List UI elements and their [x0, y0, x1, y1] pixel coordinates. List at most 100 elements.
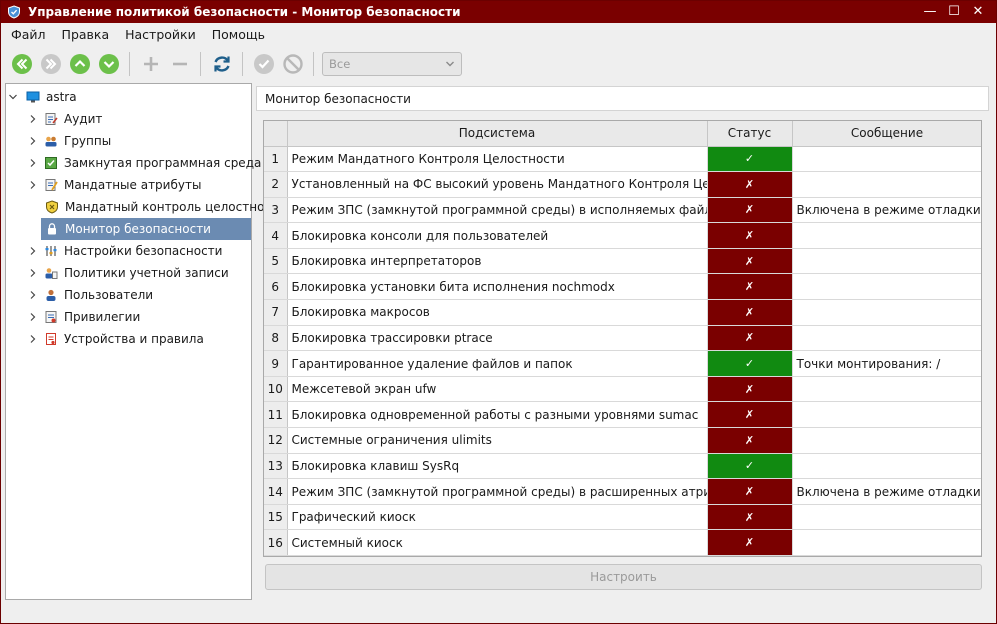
title-bar[interactable]: Управление политикой безопасности - Мони…	[1, 1, 996, 23]
subsystem-cell: Блокировка макросов	[287, 299, 708, 326]
chevron-right-icon[interactable]	[28, 246, 38, 256]
table-row[interactable]: 14 Режим ЗПС (замкнутой программной среды…	[264, 478, 981, 505]
tree-item-security-settings[interactable]: Настройки безопасности	[28, 240, 273, 262]
filter-combo[interactable]: Все	[322, 52, 462, 76]
chevron-down-icon[interactable]	[8, 92, 18, 102]
status-cell: ✗	[707, 376, 793, 403]
window-title: Управление политикой безопасности - Мони…	[28, 5, 461, 19]
column-header-status[interactable]: Статус	[707, 121, 793, 147]
integrity-icon	[46, 200, 58, 214]
minimize-icon[interactable]: —	[922, 4, 938, 20]
table-row[interactable]: 15 Графический киоск ✗	[264, 504, 981, 531]
maximize-icon[interactable]: ☐	[946, 4, 962, 20]
status-cell: ✗	[707, 325, 793, 352]
tree-item-integrity[interactable]: Мандатный контроль целостности	[43, 196, 288, 218]
subsystem-cell: Гарантированное удаление файлов и папок	[287, 350, 708, 377]
double-right-arrow-icon	[40, 54, 61, 74]
status-cell: ✗	[707, 401, 793, 429]
status-table[interactable]: Подсистема Статус Сообщение 1 Режим Манда…	[263, 120, 982, 557]
first-button[interactable]	[11, 53, 33, 75]
apply-button[interactable]	[253, 53, 275, 75]
close-icon[interactable]: ✕	[970, 4, 986, 20]
table-row[interactable]: 5 Блокировка интерпретаторов ✗	[264, 248, 981, 275]
chevron-right-icon[interactable]	[28, 312, 38, 322]
table-row[interactable]: 10 Межсетевой экран ufw ✗	[264, 376, 981, 403]
menu-bar: Файл Правка Настройки Помощь	[1, 23, 996, 45]
tree-item-privileges[interactable]: Привилегии	[28, 306, 273, 328]
menu-settings[interactable]: Настройки	[117, 27, 204, 42]
navigation-tree[interactable]: astra Аудит Группы Замкнутая программная…	[5, 83, 286, 600]
down-arrow-icon	[98, 54, 119, 74]
column-header-subsystem[interactable]: Подсистема	[287, 121, 708, 147]
tree-item-closed-env[interactable]: Замкнутая программная среда	[28, 152, 273, 174]
subsystem-cell: Системный киоск	[287, 529, 708, 556]
table-row[interactable]: 11 Блокировка одновременной работы с разн…	[264, 401, 981, 429]
tree-item-groups[interactable]: Группы	[28, 130, 273, 152]
chevron-right-icon[interactable]	[28, 136, 38, 146]
subsystem-cell: Режим Мандатного Контроля Целостности	[287, 146, 708, 173]
tree-item-label: Замкнутая программная среда	[64, 156, 262, 170]
tree-item-devices[interactable]: Устройства и правила	[28, 328, 273, 350]
message-cell	[792, 529, 981, 556]
table-row[interactable]: 8 Блокировка трассировки ptrace ✗	[264, 325, 981, 352]
down-button[interactable]	[98, 53, 120, 75]
tree-item-audit[interactable]: Аудит	[28, 108, 273, 130]
configure-button[interactable]: Настроить	[265, 564, 982, 590]
tree-item-security-monitor[interactable]: Монитор безопасности	[41, 218, 251, 240]
table-row[interactable]: 6 Блокировка установки бита исполнения no…	[264, 273, 981, 301]
subsystem-cell: Блокировка одновременной работы с разным…	[287, 401, 708, 429]
check-circle-icon	[253, 54, 274, 74]
up-button[interactable]	[69, 53, 91, 75]
tree-item-label: Аудит	[64, 112, 103, 126]
add-button[interactable]	[140, 53, 162, 75]
chevron-right-icon[interactable]	[28, 180, 38, 190]
toolbar-separator	[200, 52, 201, 76]
groups-icon	[45, 136, 57, 147]
message-cell: Точки монтирования: /	[792, 350, 981, 377]
subsystem-cell: Блокировка клавиш SysRq	[287, 453, 708, 480]
table-row[interactable]: 4 Блокировка консоли для пользователей ✗	[264, 222, 981, 249]
app-window: Управление политикой безопасности - Мони…	[0, 0, 997, 624]
table-row[interactable]: 16 Системный киоск ✗	[264, 529, 981, 556]
chevron-right-icon[interactable]	[28, 158, 38, 168]
table-row[interactable]: 12 Системные ограничения ulimits ✗	[264, 427, 981, 454]
message-cell	[792, 248, 981, 275]
table-row[interactable]: 3 Режим ЗПС (замкнутой программной среды)…	[264, 197, 981, 224]
mandatory-attrs-icon	[45, 179, 58, 191]
tree-root[interactable]: astra	[8, 86, 253, 108]
row-number: 7	[264, 299, 288, 326]
row-number: 2	[264, 171, 288, 198]
tree-item-label: Пользователи	[64, 288, 154, 302]
row-number: 9	[264, 350, 288, 377]
chevron-right-icon[interactable]	[28, 334, 38, 344]
chevron-right-icon[interactable]	[28, 114, 38, 124]
subsystem-cell: Системные ограничения ulimits	[287, 427, 708, 454]
message-cell	[792, 504, 981, 531]
table-row[interactable]: 7 Блокировка макросов ✗	[264, 299, 981, 326]
refresh-button[interactable]	[211, 53, 233, 75]
menu-file[interactable]: Файл	[3, 27, 54, 42]
menu-help[interactable]: Помощь	[204, 27, 273, 42]
status-cell: ✓	[707, 453, 793, 480]
table-row[interactable]: 13 Блокировка клавиш SysRq ✓	[264, 453, 981, 480]
remove-button[interactable]	[169, 53, 191, 75]
toolbar-separator	[242, 52, 243, 76]
chevron-right-icon[interactable]	[28, 290, 38, 300]
subsystem-cell: Графический киоск	[287, 504, 708, 531]
tree-item-mandatory-attrs[interactable]: Мандатные атрибуты	[28, 174, 273, 196]
table-row[interactable]: 9 Гарантированное удаление файлов и папок…	[264, 350, 981, 377]
menu-edit[interactable]: Правка	[54, 27, 118, 42]
up-arrow-icon	[69, 54, 90, 74]
table-row[interactable]: 2 Установленный на ФС высокий уровень Ман…	[264, 171, 981, 198]
status-cell: ✓	[707, 146, 793, 173]
header-corner	[264, 121, 288, 147]
table-row[interactable]: 1 Режим Мандатного Контроля Целостности ✓	[264, 146, 981, 173]
chevron-right-icon[interactable]	[28, 268, 38, 278]
shield-app-icon	[8, 5, 20, 19]
cancel-button[interactable]	[282, 53, 304, 75]
tree-item-account-policy[interactable]: Политики учетной записи	[28, 262, 273, 284]
tree-item-users[interactable]: Пользователи	[28, 284, 273, 306]
status-cell: ✗	[707, 222, 793, 249]
column-header-message[interactable]: Сообщение	[792, 121, 981, 147]
last-button[interactable]	[40, 53, 62, 75]
